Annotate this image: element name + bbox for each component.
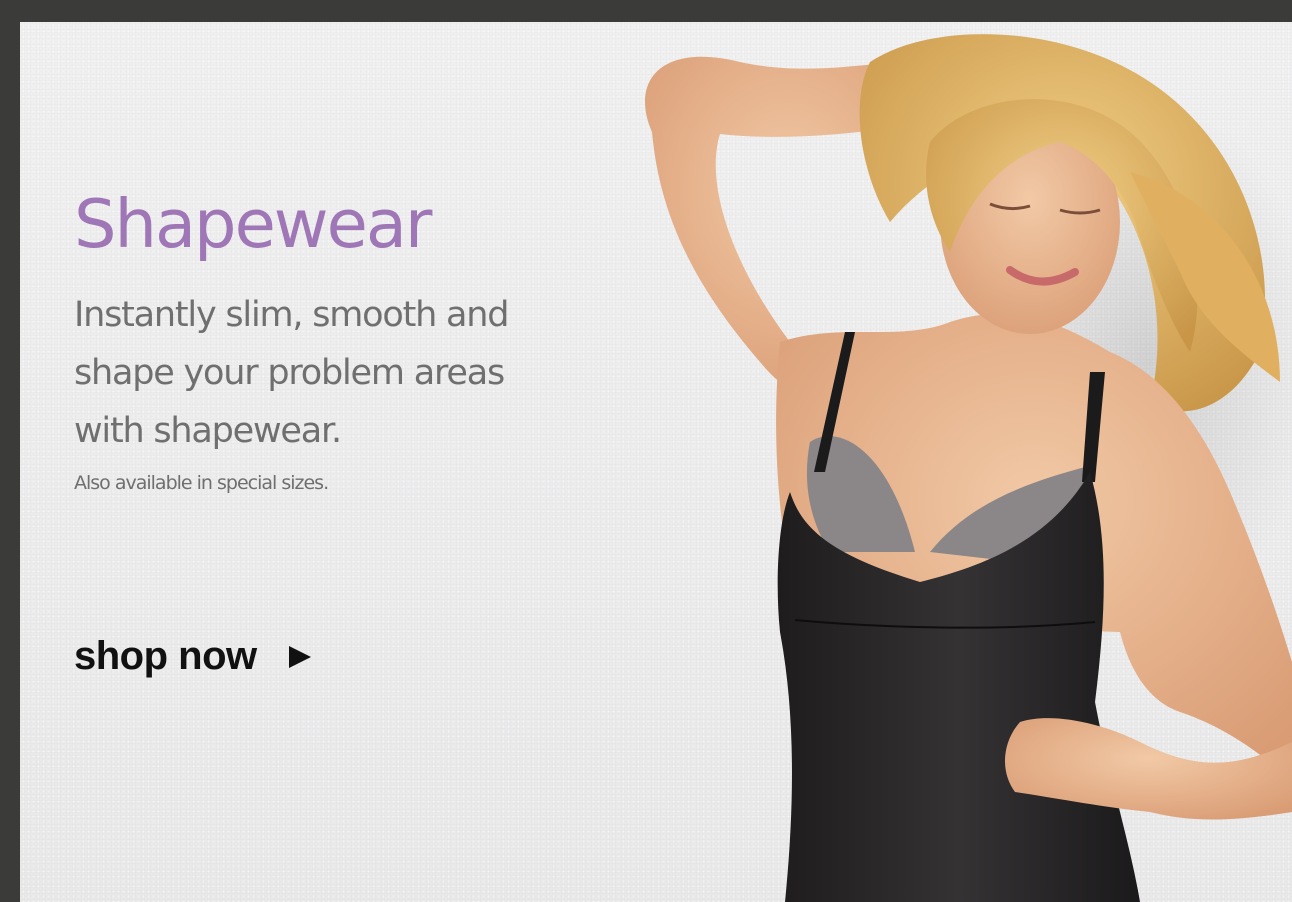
model-photo <box>645 34 1292 902</box>
promo-description: Instantly slim, smooth and shape your pr… <box>74 286 594 460</box>
promo-description-line: with shapewear. <box>74 411 342 451</box>
promo-description-line: Instantly slim, smooth and <box>74 295 509 335</box>
promo-copy: Shapewear Instantly slim, smooth and sha… <box>74 184 594 494</box>
shop-now-link[interactable]: shop now <box>74 634 311 679</box>
sizes-note: Also available in special sizes. <box>74 472 329 494</box>
promo-description-line: shape your problem areas <box>74 353 505 393</box>
page-frame: Shapewear Instantly slim, smooth and sha… <box>0 0 1292 902</box>
play-arrow-icon <box>288 645 311 668</box>
shop-now-label: shop now <box>74 634 257 678</box>
promo-banner[interactable]: Shapewear Instantly slim, smooth and sha… <box>20 22 1292 902</box>
page-title: Shapewear <box>74 185 432 263</box>
